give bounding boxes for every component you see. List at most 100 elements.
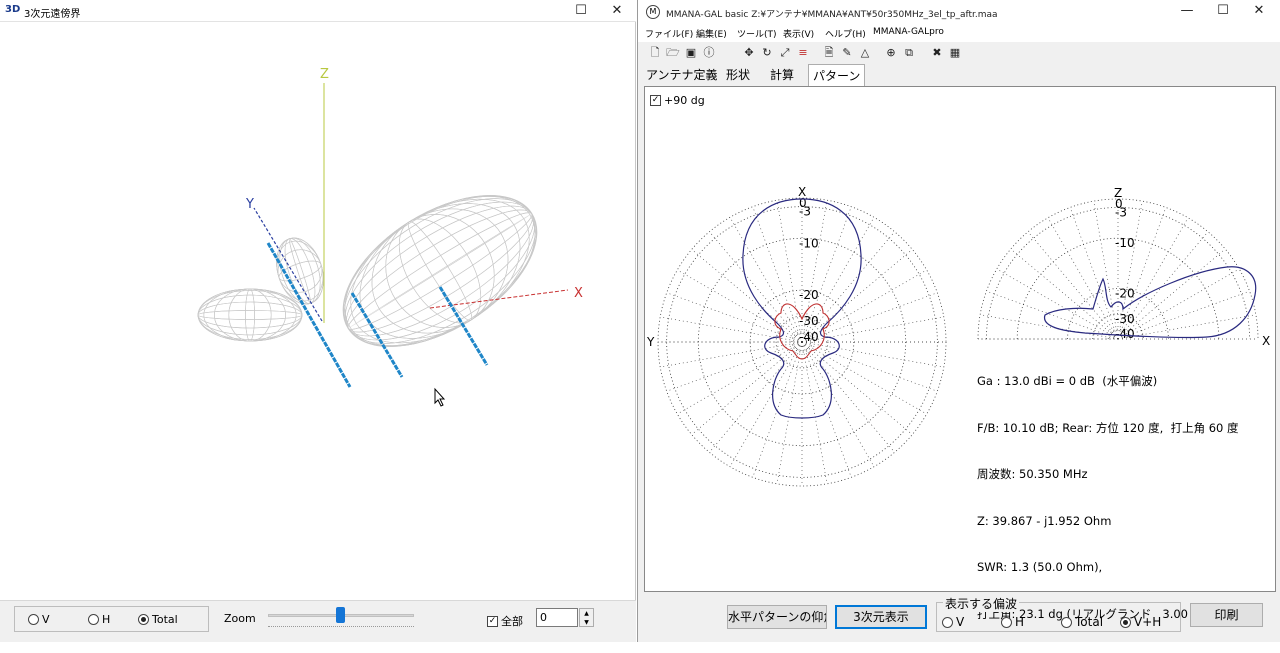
tab-pattern[interactable]: パターン — [808, 64, 866, 86]
zoom-slider-thumb[interactable] — [336, 607, 345, 623]
elevation-pattern-button[interactable]: 水平パターンの仰角 — [727, 605, 827, 629]
azimuth-plot: 0-3-10-20-30-40XY — [646, 185, 947, 487]
wire-meridian — [385, 214, 495, 328]
polar-spoke — [691, 341, 803, 435]
radio-v-dot — [28, 614, 39, 625]
wire-parallel — [347, 209, 533, 333]
print-button[interactable]: 印刷 — [1190, 603, 1263, 627]
tab-calculate[interactable]: 計算 — [766, 66, 798, 85]
elevation-plot: 0-3-10-20-30-40ZX — [977, 186, 1270, 348]
wire-meridian — [359, 203, 521, 339]
wire-meridian — [245, 288, 255, 342]
ring-label: -30 — [799, 314, 819, 328]
radio-total[interactable]: Total — [138, 613, 178, 626]
far-field-3d-window: 3D 3次元遠傍界 ☐ ✕ Z Y X V H Total Zoom ✓ 全部 … — [0, 0, 636, 642]
info-swr: SWR: 1.3 (50.0 Ohm), — [977, 560, 1103, 574]
wire-parallel — [347, 212, 533, 330]
3d-app-icon: 3D — [5, 4, 21, 15]
elevation-series — [1044, 266, 1257, 339]
wire-parallel — [348, 213, 532, 329]
all-checkbox-box: ✓ — [487, 615, 498, 627]
pol-radio-total-label: Total — [1075, 615, 1104, 629]
scale-icon[interactable]: ⤢ — [778, 46, 792, 60]
wire-meridian — [350, 198, 530, 344]
close-icon[interactable]: ✕ — [600, 0, 634, 22]
radio-h[interactable]: H — [88, 613, 110, 626]
rear-lobe — [197, 288, 303, 342]
close-icon[interactable]: ✕ — [1242, 0, 1276, 22]
wire-meridian — [344, 196, 536, 346]
all-checkbox-label: 全部 — [501, 615, 523, 628]
3d-pattern-view[interactable]: Z Y X — [0, 23, 636, 600]
wires-icon[interactable]: ≡ — [796, 46, 810, 60]
wire-meridian — [214, 288, 286, 342]
all-checkbox[interactable]: ✓ 全部 — [487, 613, 523, 629]
save-icon[interactable]: ▣ — [684, 46, 698, 60]
menu-help[interactable]: ヘルプ(H) — [825, 27, 866, 40]
ring-label: -3 — [1115, 205, 1127, 219]
polar-spoke — [666, 341, 803, 392]
polar-spoke — [1069, 207, 1119, 340]
left-window-title: 3次元遠傍界 — [24, 9, 81, 20]
y-axis-line — [253, 207, 323, 322]
radio-v[interactable]: V — [28, 613, 50, 626]
target-icon[interactable]: ⊕ — [884, 46, 898, 60]
calculator-icon[interactable]: ▦ — [948, 46, 962, 60]
menu-file[interactable]: ファイル(F) — [645, 27, 693, 40]
polar-spoke — [980, 314, 1119, 340]
wire-parallel — [197, 290, 303, 340]
show-3d-button[interactable]: 3次元表示 — [835, 605, 927, 629]
y-axis-label: Y — [245, 197, 254, 212]
rotate-icon[interactable]: ↻ — [760, 46, 774, 60]
maximize-icon[interactable]: ☐ — [1206, 0, 1240, 22]
menu-pro[interactable]: MMANA-GALpro — [873, 27, 944, 37]
wire-parallel — [197, 290, 303, 340]
pol-radio-vh[interactable]: V+H — [1120, 615, 1161, 629]
wire-meridian — [197, 288, 303, 342]
main-lobe — [342, 195, 538, 347]
polar-spoke — [666, 292, 803, 343]
new-file-icon[interactable]: 🗋 — [648, 46, 662, 60]
maximize-icon[interactable]: ☐ — [564, 0, 598, 22]
wire-meridian — [203, 288, 297, 342]
polar-spoke — [752, 341, 803, 478]
elevation-top-label: Z — [1114, 186, 1122, 200]
radio-h-dot — [88, 614, 99, 625]
wire-parallel — [347, 212, 533, 330]
tab-antenna-definition[interactable]: アンテナ定義 — [642, 66, 722, 85]
right-title-bar: M MMANA-GAL basic Z:¥アンテナ¥MMANA¥ANT¥50r3… — [638, 0, 1280, 24]
wire-parallel — [343, 196, 537, 346]
triangle-icon[interactable]: △ — [858, 46, 872, 60]
polar-spoke — [709, 231, 803, 343]
spin-buttons[interactable]: ▲ ▼ — [579, 608, 594, 627]
edit-icon[interactable]: ✎ — [840, 46, 854, 60]
left-title-bar: 3D 3次元遠傍界 ☐ ✕ — [0, 0, 636, 22]
wire-meridian — [197, 288, 303, 342]
tools-icon[interactable]: ✖ — [930, 46, 944, 60]
pol-radio-v[interactable]: V — [942, 615, 964, 629]
polar-spoke — [691, 249, 803, 343]
info-icon[interactable]: ⓘ — [702, 46, 716, 60]
menu-edit[interactable]: 編集(E) — [696, 27, 727, 40]
move-icon[interactable]: ✥ — [742, 46, 756, 60]
info-gain: Ga : 13.0 dBi = 0 dB (水平偏波) — [977, 374, 1158, 388]
open-folder-icon[interactable]: 🗁 — [666, 46, 680, 60]
wire-parallel — [343, 195, 537, 347]
right-bottom-bar: 水平パターンの仰角 3次元表示 表示する偏波 V H Total V+H 印刷 — [638, 592, 1280, 642]
document-icon[interactable]: 🗎 — [822, 46, 836, 60]
polar-spoke — [729, 217, 803, 343]
pol-radio-total[interactable]: Total — [1061, 615, 1103, 629]
pol-radio-h-dot — [1001, 616, 1012, 628]
menu-tools[interactable]: ツール(T) — [737, 27, 777, 40]
pol-radio-v-dot — [942, 616, 953, 628]
copy-icon[interactable]: ⧉ — [902, 46, 916, 60]
minimize-icon[interactable]: — — [1170, 0, 1204, 22]
wire-meridian — [359, 203, 521, 339]
menu-view[interactable]: 表示(V) — [783, 27, 814, 40]
wire-parallel — [197, 310, 303, 320]
rotation-spin-input[interactable]: 0 — [536, 608, 578, 627]
pol-radio-h[interactable]: H — [1001, 615, 1024, 629]
mmana-app-icon: M — [646, 5, 660, 19]
pol-radio-total-dot — [1061, 616, 1072, 628]
tab-geometry[interactable]: 形状 — [722, 66, 754, 85]
